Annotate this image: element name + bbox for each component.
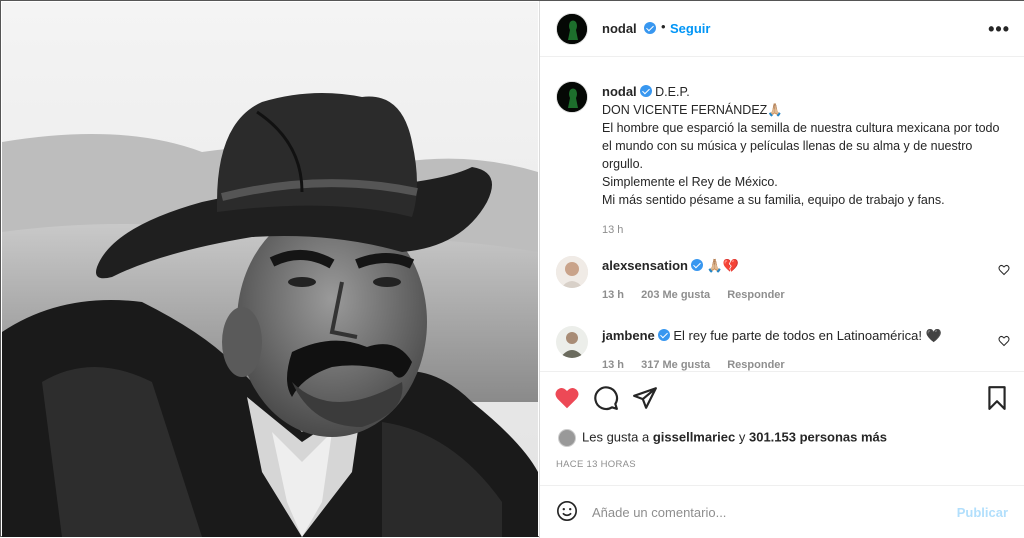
comment-avatar-image	[556, 326, 588, 358]
comment-input[interactable]	[592, 498, 932, 526]
save-bookmark-icon[interactable]	[984, 385, 1010, 411]
reply-button[interactable]: Responder	[727, 289, 784, 301]
comment-like-heart-icon[interactable]	[998, 335, 1010, 347]
share-icon[interactable]	[632, 385, 658, 411]
post-comment-button[interactable]: Publicar	[957, 505, 1008, 520]
verified-badge-icon	[657, 329, 670, 341]
liker-username[interactable]: gissellmariec	[653, 429, 735, 444]
comment-avatar[interactable]	[556, 256, 588, 288]
reply-button[interactable]: Responder	[727, 359, 784, 371]
comment-username[interactable]: alexsensation	[602, 258, 688, 273]
comment-username[interactable]: jambene	[602, 328, 655, 343]
caption-line: DON VICENTE FERNÁNDEZ🙏🏼	[602, 103, 783, 117]
likes-count[interactable]: 301.153 personas más	[749, 429, 887, 444]
caption-avatar[interactable]	[556, 81, 588, 113]
comment-likes[interactable]: 203 Me gusta	[641, 289, 710, 301]
post-photo[interactable]	[2, 2, 538, 537]
caption-line: El hombre que esparció la semilla de nue…	[602, 121, 1000, 171]
comment-avatar-image	[556, 256, 588, 288]
comment-like-heart-icon[interactable]	[998, 264, 1010, 276]
likes-connector: y	[738, 429, 746, 445]
avatar-image	[557, 14, 587, 44]
verified-badge-icon	[639, 85, 652, 97]
instagram-post-window: nodal • Seguir ••• nodal D.E.P. DON VICE…	[0, 0, 1024, 538]
comment-text: El rey fue parte de todos en Latinoaméri…	[673, 328, 942, 343]
avatar[interactable]	[556, 13, 588, 45]
comment-icon[interactable]	[593, 385, 619, 411]
more-options-icon[interactable]: •••	[988, 19, 1010, 40]
likes-summary: Les gusta a gissellmariec y 301.153 pers…	[558, 429, 887, 447]
action-bar	[540, 371, 1024, 423]
add-comment-bar: Publicar	[540, 485, 1024, 538]
caption-line: D.E.P.	[655, 85, 690, 99]
header-username[interactable]: nodal	[602, 21, 637, 36]
post-timestamp[interactable]: HACE 13 HORAS	[556, 459, 636, 470]
separator-dot: •	[661, 19, 666, 34]
like-heart-icon[interactable]	[554, 385, 580, 411]
comment-meta: 13 h 203 Me gusta Responder	[602, 289, 799, 301]
comment-timestamp[interactable]: 13 h	[602, 289, 624, 301]
follow-button[interactable]: Seguir	[670, 21, 710, 36]
comment-timestamp[interactable]: 13 h	[602, 359, 624, 371]
comment-item: jambene El rey fue parte de todos en Lat…	[602, 328, 942, 344]
liker-avatar[interactable]	[558, 429, 576, 447]
caption-username[interactable]: nodal	[602, 84, 637, 99]
comment-likes[interactable]: 317 Me gusta	[641, 359, 710, 371]
caption-line: Simplemente el Rey de México.	[602, 175, 778, 189]
post-header: nodal • Seguir •••	[540, 1, 1024, 57]
caption-line: Mi más sentido pésame a su familia, equi…	[602, 193, 945, 207]
emoji-icon[interactable]	[556, 500, 578, 522]
likes-prefix: Les gusta a	[582, 429, 650, 445]
comment-meta: 13 h 317 Me gusta Responder	[602, 359, 799, 371]
comment-text: 🙏🏼💔	[706, 258, 739, 273]
caption-text: nodal D.E.P. DON VICENTE FERNÁNDEZ🙏🏼 El …	[602, 83, 1007, 239]
comment-avatar[interactable]	[556, 326, 588, 358]
post-photo-illustration	[2, 2, 538, 537]
comments-section[interactable]: nodal D.E.P. DON VICENTE FERNÁNDEZ🙏🏼 El …	[540, 58, 1024, 371]
verified-badge-icon	[691, 259, 703, 271]
caption-timestamp[interactable]: 13 h	[602, 221, 1007, 239]
comment-item: alexsensation 🙏🏼💔	[602, 258, 739, 274]
caption-avatar-image	[557, 82, 587, 112]
verified-badge-icon	[644, 22, 656, 34]
post-side-panel: nodal • Seguir ••• nodal D.E.P. DON VICE…	[539, 1, 1024, 538]
